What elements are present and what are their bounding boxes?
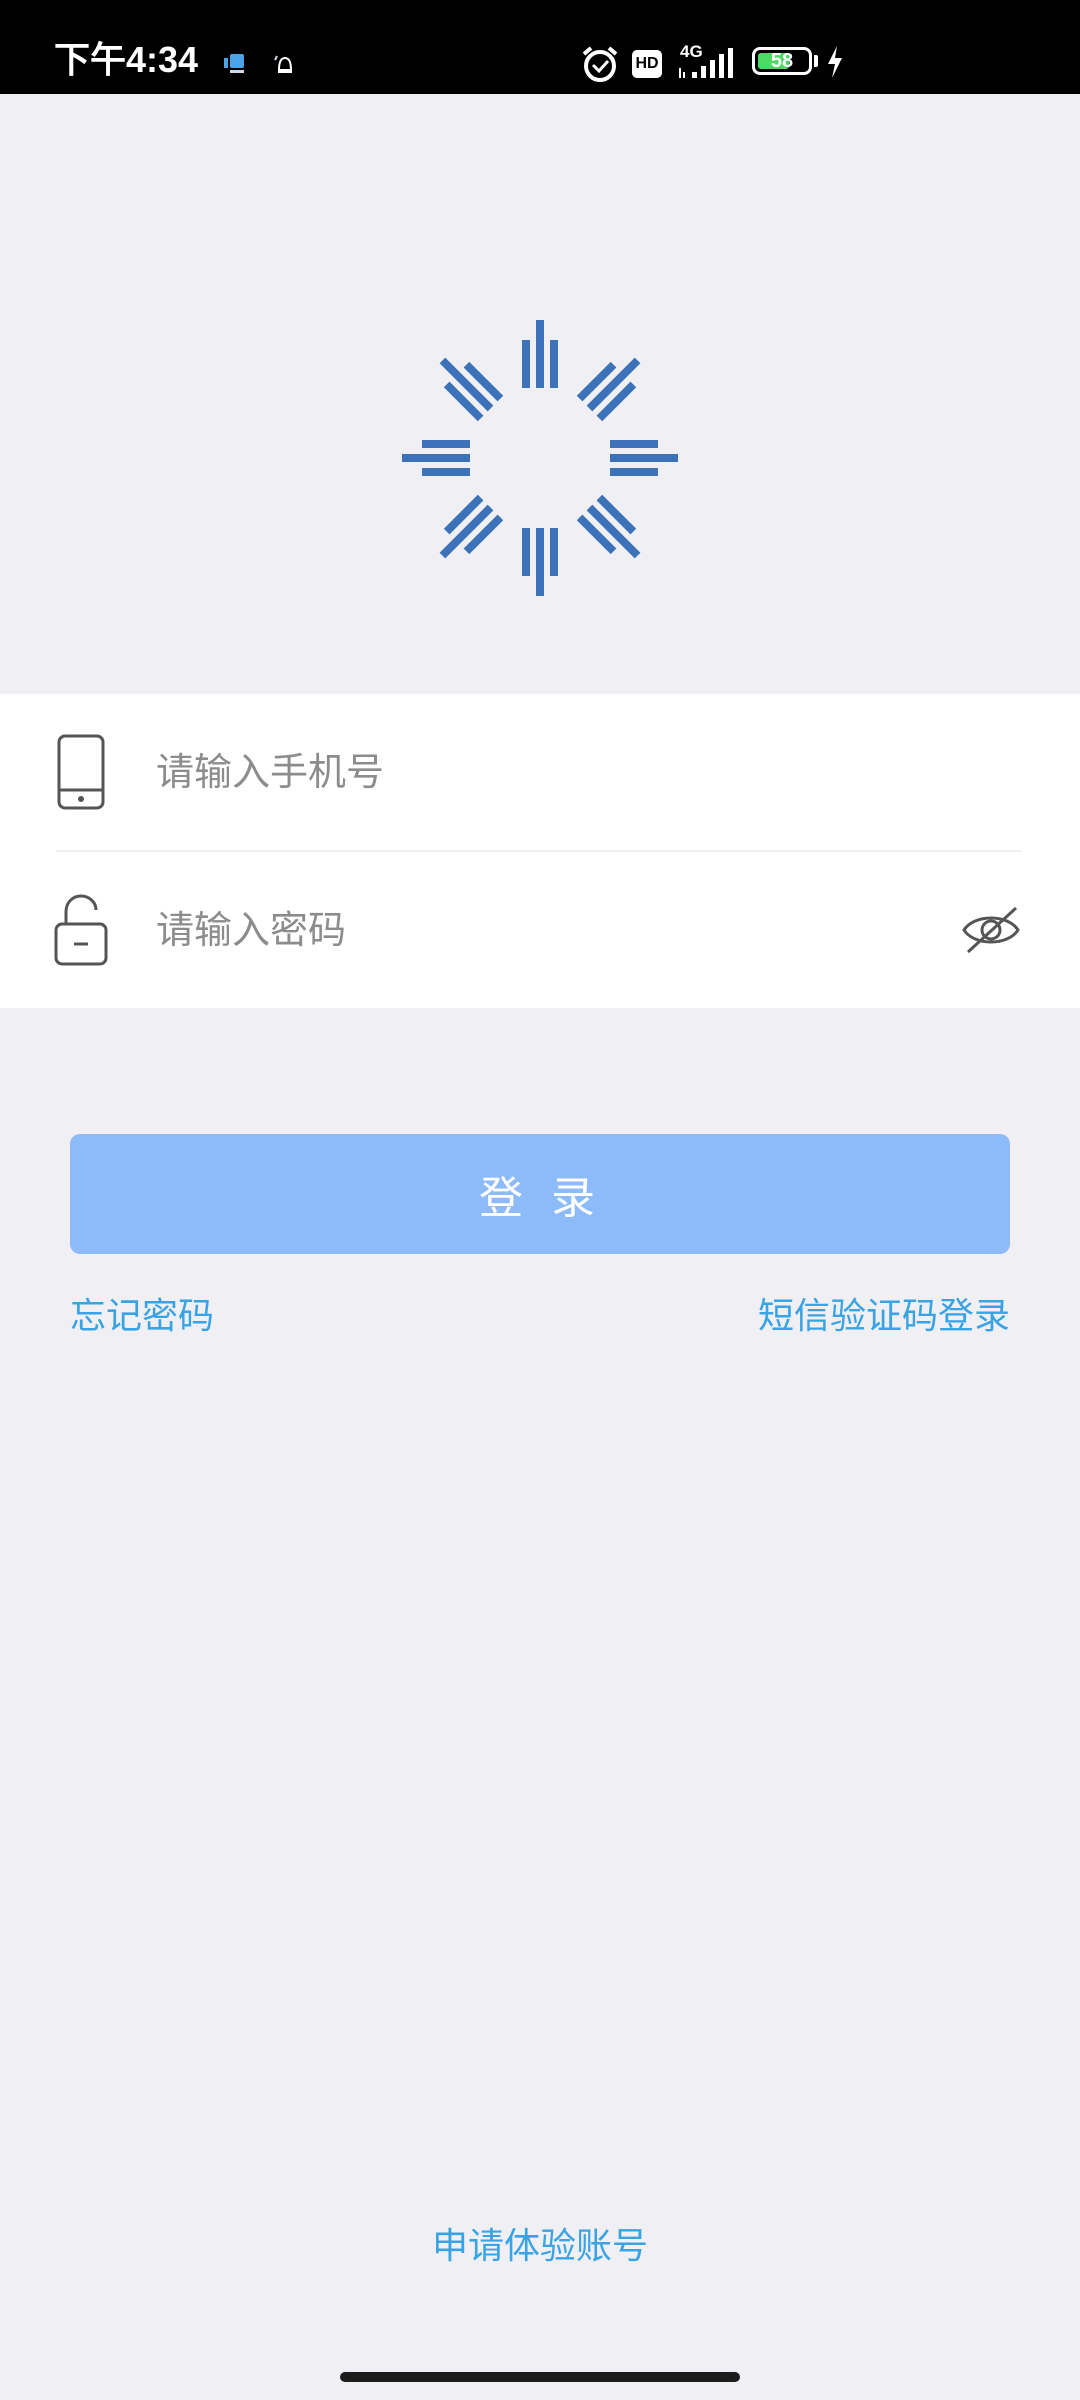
alarm-icon (582, 46, 618, 82)
login-button[interactable]: 登录 (70, 1134, 1010, 1254)
home-indicator[interactable] (340, 2372, 740, 2382)
password-row (0, 852, 1080, 1008)
sms-login-link[interactable]: 短信验证码登录 (758, 1292, 1010, 1342)
notification-icon (274, 55, 293, 73)
battery-cap (814, 55, 818, 67)
password-input[interactable] (156, 890, 916, 970)
status-time: 下午4:34 (54, 39, 199, 80)
app-notification-icon (224, 54, 244, 73)
phone-icon (57, 734, 105, 810)
login-form (0, 694, 1080, 1008)
forgot-password-link[interactable]: 忘记密码 (70, 1292, 214, 1342)
lock-icon (54, 894, 108, 966)
sun-logo-icon (402, 320, 678, 596)
battery-icon: 58 (752, 47, 812, 75)
phone-input[interactable] (156, 732, 936, 812)
battery-text: 58 (770, 50, 794, 72)
eye-off-icon[interactable] (958, 902, 1024, 958)
phone-row (0, 694, 1080, 850)
charging-icon (828, 46, 842, 78)
status-bar: 下午4:34 HD 4G 58 (0, 0, 1080, 94)
apply-trial-link[interactable]: 申请体验账号 (0, 2222, 1080, 2272)
signal-icon (679, 48, 733, 78)
hd-icon: HD (632, 50, 662, 78)
